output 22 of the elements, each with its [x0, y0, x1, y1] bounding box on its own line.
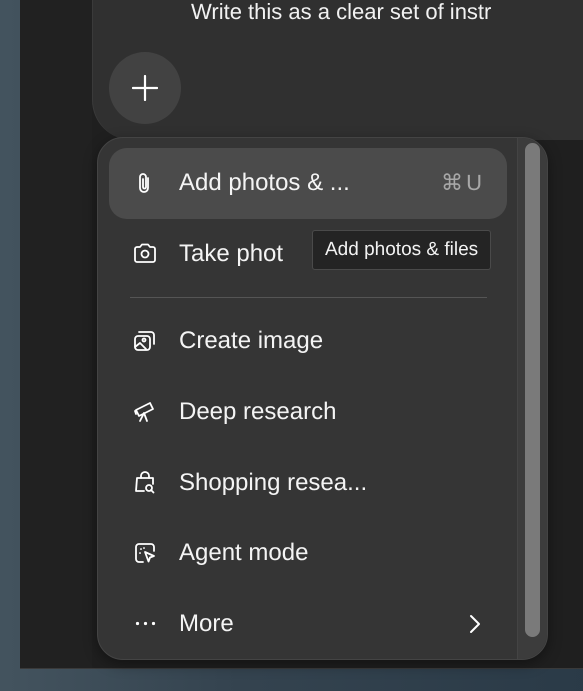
menu-item[interactable]: Create image	[109, 306, 346, 377]
menu-item-label: Take phot	[179, 240, 284, 268]
menu-item-label: Agent mode	[179, 539, 308, 568]
menu-item[interactable]: Shopping resea...	[109, 447, 390, 518]
menu-item-label: More	[179, 610, 234, 638]
keyboard-shortcut: ⌘U	[441, 170, 485, 196]
menu-item[interactable]: Agent mode	[109, 518, 330, 588]
chevron-right-icon	[469, 614, 481, 634]
menu-item[interactable]: Deep research	[109, 376, 358, 448]
tooltip: Add photos & files	[312, 230, 492, 270]
menu-item[interactable]: Take phot	[109, 218, 306, 290]
menu-item-label: Add photos & ...	[179, 169, 350, 198]
scrollbar-thumb[interactable]	[525, 143, 540, 637]
dots-icon	[134, 621, 156, 626]
menu-item[interactable]: More	[109, 588, 507, 660]
menu-item-label: Shopping resea...	[179, 468, 368, 497]
plus-icon	[132, 75, 158, 101]
paperclip-icon	[139, 172, 151, 194]
message-text[interactable]: Write this as a clear set of instr	[109, 0, 583, 24]
menu-item-label: Deep research	[179, 398, 336, 426]
menu-item[interactable]: Add photos & ... ⌘U	[109, 148, 507, 219]
menu-item-label: Create image	[179, 327, 324, 356]
